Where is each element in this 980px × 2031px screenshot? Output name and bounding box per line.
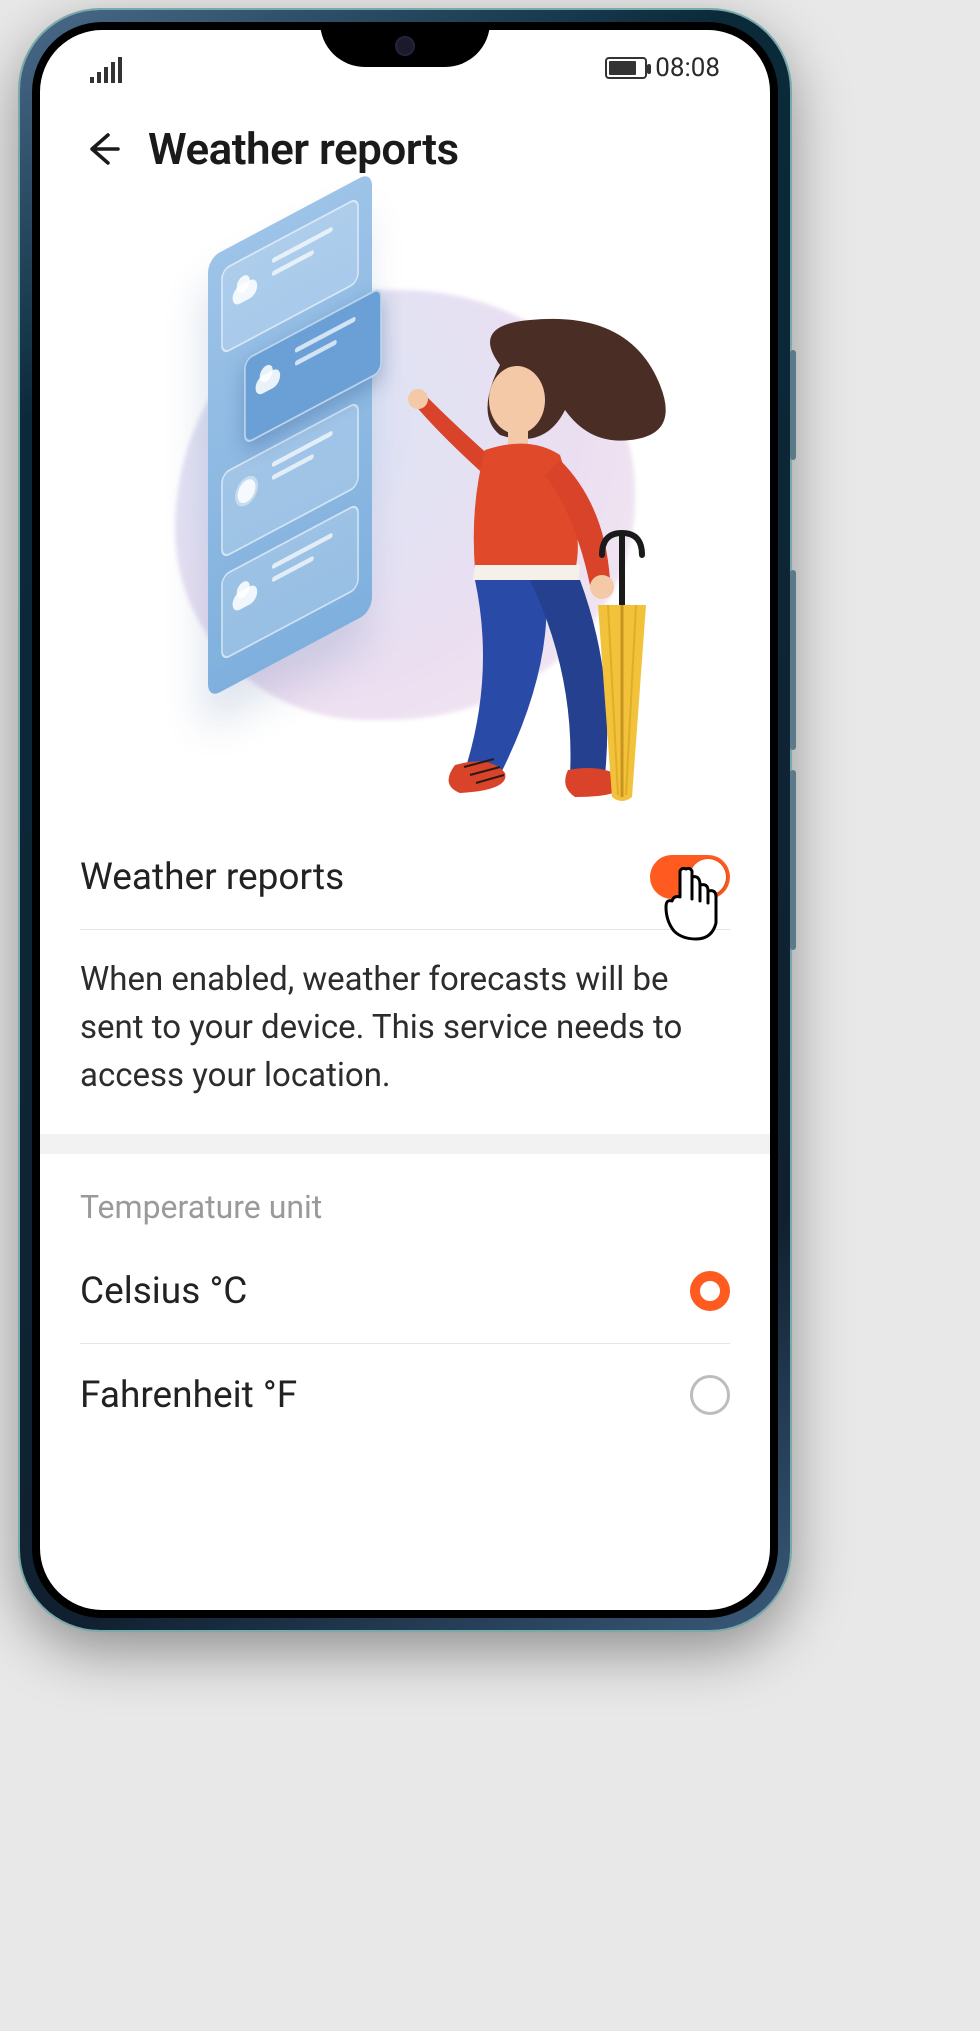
- weather-reports-toggle-row[interactable]: Weather reports: [80, 825, 730, 930]
- header: Weather reports: [40, 85, 770, 185]
- page-title: Weather reports: [148, 123, 459, 175]
- woman-illustration: [380, 305, 690, 825]
- notch: [320, 22, 490, 67]
- side-button: [790, 350, 796, 460]
- unit-option-fahrenheit[interactable]: Fahrenheit °F: [80, 1344, 730, 1447]
- hero-illustration: [40, 185, 770, 825]
- back-button[interactable]: [80, 127, 124, 171]
- toggle-description: When enabled, weather forecasts will be …: [80, 930, 730, 1134]
- toggle-label: Weather reports: [80, 856, 344, 899]
- arrow-left-icon: [82, 129, 122, 169]
- option-label: Fahrenheit °F: [80, 1374, 297, 1417]
- radio-selected-icon: [690, 1271, 730, 1311]
- status-time: 08:08: [655, 53, 720, 83]
- unit-option-celsius[interactable]: Celsius °C: [80, 1240, 730, 1344]
- settings-list: Weather reports When enabled, weather fo…: [40, 825, 770, 1447]
- option-label: Celsius °C: [80, 1270, 247, 1313]
- battery-icon: [605, 57, 647, 79]
- signal-icon: [90, 59, 122, 83]
- radio-unselected-icon: [690, 1375, 730, 1415]
- section-divider: [40, 1134, 770, 1154]
- temperature-unit-title: Temperature unit: [80, 1154, 730, 1240]
- screen: 08:08 Weather reports: [40, 30, 770, 1610]
- phone-frame: 08:08 Weather reports: [20, 10, 790, 1630]
- volume-up-button: [790, 570, 796, 750]
- pointer-hand-icon: [660, 863, 724, 941]
- volume-down-button: [790, 770, 796, 950]
- weather-panel-illustration: [208, 171, 372, 698]
